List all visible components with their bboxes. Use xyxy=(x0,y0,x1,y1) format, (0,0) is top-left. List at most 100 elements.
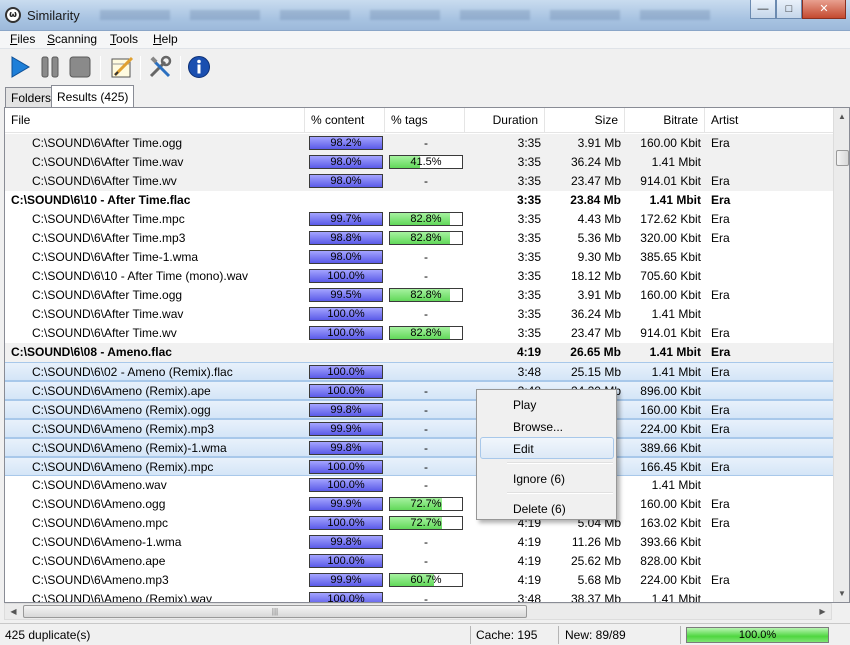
cell-size: 36.24 Mb xyxy=(570,155,621,169)
table-row[interactable]: C:\SOUND\6\After Time.ogg 99.5% 82.8% 3:35 3… xyxy=(5,286,833,305)
cell-artist: Era xyxy=(711,497,730,511)
table-row[interactable]: C:\SOUND\6\Ameno (Remix)-1.wma 99.8% - 389.… xyxy=(5,438,833,457)
play-icon[interactable] xyxy=(8,55,32,79)
table-row[interactable]: C:\SOUND\6\After Time.mp3 98.8% 82.8% 3:35 5… xyxy=(5,229,833,248)
scroll-up-arrow-icon[interactable]: ▲ xyxy=(834,108,849,125)
toolbar-separator xyxy=(140,56,141,80)
cell-file: C:\SOUND\6\After Time.wav xyxy=(32,155,184,169)
cell-size: 25.15 Mb xyxy=(570,365,621,379)
menu-tools[interactable]: Tools xyxy=(110,32,138,46)
cell-file: C:\SOUND\6\02 - Ameno (Remix).flac xyxy=(32,365,233,379)
content-match-bar: 100.0% xyxy=(309,478,383,492)
group-row[interactable]: C:\SOUND\6\08 - Ameno.flac 4:19 26.65 Mb 1.… xyxy=(5,343,833,362)
close-button[interactable]: ✕ xyxy=(802,0,846,19)
tab-results[interactable]: Results (425) xyxy=(51,85,135,107)
table-row[interactable]: C:\SOUND\6\After Time.wv 98.0% - 3:35 23.47 … xyxy=(5,172,833,191)
scroll-right-arrow-icon[interactable]: ▶ xyxy=(814,604,831,619)
cell-tags: - xyxy=(424,535,428,549)
menu-help[interactable]: Help xyxy=(153,32,178,46)
scroll-left-arrow-icon[interactable]: ◀ xyxy=(5,604,22,619)
cell-file: C:\SOUND\6\After Time.wav xyxy=(32,307,184,321)
table-row[interactable]: C:\SOUND\6\Ameno.mp3 99.9% 60.7% 4:19 5.68 M… xyxy=(5,571,833,590)
maximize-button[interactable]: □ xyxy=(776,0,802,19)
tab-folders[interactable]: Folders xyxy=(5,87,58,107)
table-row[interactable]: C:\SOUND\6\Ameno (Remix).ape100.0%-3:482… xyxy=(5,381,833,400)
context-menu-play[interactable]: Play xyxy=(480,393,614,415)
progress-label: 100.0% xyxy=(738,629,777,641)
context-menu-edit[interactable]: Edit xyxy=(480,437,614,459)
table-row[interactable]: C:\SOUND\6\Ameno.mpc 100.0% 72.7% 4:19 5.04 … xyxy=(5,514,833,533)
cell-size: 26.65 Mb xyxy=(570,345,621,359)
table-row[interactable]: C:\SOUND\6\Ameno (Remix).mp3 99.9% - 224.00… xyxy=(5,419,833,438)
cell-file: C:\SOUND\6\Ameno (Remix).wav xyxy=(32,592,213,603)
column-header-bitrate[interactable]: Bitrate xyxy=(625,108,705,133)
cell-duration: 3:48 xyxy=(517,592,541,603)
table-row[interactable]: C:\SOUND\6\After Time-1.wma 98.0% - 3:35 9.3… xyxy=(5,248,833,267)
table-row[interactable]: C:\SOUND\6\Ameno-1.wma 99.8% - 4:19 11.26 Mb… xyxy=(5,533,833,552)
pause-icon[interactable] xyxy=(38,55,62,79)
cell-bitrate: 172.62 Kbit xyxy=(640,212,701,226)
cell-tags: - xyxy=(424,307,428,321)
menu-bar: Files Scanning Tools Help xyxy=(0,31,850,49)
context-menu-ignore[interactable]: Ignore (6) xyxy=(480,467,614,489)
vertical-scrollbar[interactable]: ▲ ▼ xyxy=(833,108,849,602)
vertical-scroll-thumb[interactable] xyxy=(836,150,849,166)
cell-bitrate: 914.01 Kbit xyxy=(640,174,701,188)
cell-file: C:\SOUND\6\Ameno (Remix).mp3 xyxy=(32,422,215,436)
column-header-file[interactable]: File xyxy=(5,108,305,133)
cell-duration: 3:35 xyxy=(516,193,541,207)
cell-file: C:\SOUND\6\After Time.ogg xyxy=(32,288,183,302)
cell-artist: Era xyxy=(711,422,730,436)
horizontal-scroll-thumb[interactable]: ||| xyxy=(23,605,527,618)
table-row[interactable]: C:\SOUND\6\After Time.wav 98.0% 41.5% 3:35 3… xyxy=(5,153,833,172)
cell-bitrate: 224.00 Kbit xyxy=(640,422,701,436)
tools-icon[interactable] xyxy=(148,55,172,79)
cell-size: 11.26 Mb xyxy=(571,535,621,549)
content-match-bar: 100.0% xyxy=(309,460,383,474)
column-header-artist[interactable]: Artist xyxy=(705,108,833,133)
table-row[interactable]: C:\SOUND\6\Ameno.wav 100.0% - 1.41 Mbit xyxy=(5,476,833,495)
window-title: Similarity xyxy=(27,8,80,23)
scroll-down-arrow-icon[interactable]: ▼ xyxy=(834,585,849,602)
table-row[interactable]: C:\SOUND\6\After Time.wv 100.0% 82.8% 3:35 2… xyxy=(5,324,833,343)
table-row[interactable]: C:\SOUND\6\Ameno.ogg 99.9% 72.7% 160.00 Kbi… xyxy=(5,495,833,514)
menu-files[interactable]: Files xyxy=(10,32,35,46)
toolbar-separator xyxy=(100,56,101,80)
table-row[interactable]: C:\SOUND\6\Ameno (Remix).ogg 99.8% - 160.00… xyxy=(5,400,833,419)
column-header-size[interactable]: Size xyxy=(545,108,625,133)
stop-icon[interactable] xyxy=(68,55,92,79)
table-row[interactable]: C:\SOUND\6\Ameno (Remix).wav 100.0% - 3:48 3… xyxy=(5,590,833,603)
cell-bitrate: 896.00 Kbit xyxy=(640,384,701,398)
group-row[interactable]: C:\SOUND\6\10 - After Time.flac 3:35 23.84… xyxy=(5,191,833,210)
table-row[interactable]: C:\SOUND\6\Ameno.ape 100.0% - 4:19 25.62 Mb 8… xyxy=(5,552,833,571)
table-row[interactable]: C:\SOUND\6\After Time.wav 100.0% - 3:35 36.2… xyxy=(5,305,833,324)
cell-duration: 3:35 xyxy=(517,155,541,169)
cell-duration: 4:19 xyxy=(516,345,541,359)
cell-bitrate: 1.41 Mbit xyxy=(651,592,701,603)
column-header-tags[interactable]: % tags xyxy=(385,108,465,133)
table-row[interactable]: C:\SOUND\6\02 - Ameno (Remix).flac 100.0%… xyxy=(5,362,833,381)
cell-artist: Era xyxy=(711,288,730,302)
menu-scanning[interactable]: Scanning xyxy=(47,32,97,46)
status-new: New: 89/89 xyxy=(565,628,626,642)
column-header-content[interactable]: % content xyxy=(305,108,385,133)
cell-tags: - xyxy=(424,460,428,474)
cell-file: C:\SOUND\6\10 - After Time.flac xyxy=(11,193,191,207)
status-separator xyxy=(470,626,471,644)
tags-match-bar: 72.7% xyxy=(389,516,463,530)
table-row[interactable]: C:\SOUND\6\After Time.mpc 99.7% 82.8% 3:35 4… xyxy=(5,210,833,229)
table-row[interactable]: C:\SOUND\6\After Time.ogg 98.2% - 3:35 3.91 … xyxy=(5,134,833,153)
table-row[interactable]: C:\SOUND\6\Ameno (Remix).mpc 100.0% - 166.4… xyxy=(5,457,833,476)
minimize-button[interactable]: — xyxy=(750,0,776,19)
table-row[interactable]: C:\SOUND\6\10 - After Time (mono).wav 100… xyxy=(5,267,833,286)
cell-artist: Era xyxy=(711,516,730,530)
cell-artist xyxy=(711,552,821,571)
context-menu-browse[interactable]: Browse... xyxy=(480,415,614,437)
column-header-duration[interactable]: Duration xyxy=(465,108,545,133)
cell-artist: Era xyxy=(711,193,731,207)
context-menu-delete[interactable]: Delete (6) xyxy=(480,497,614,519)
horizontal-scrollbar[interactable]: ◀ ||| ▶ xyxy=(4,603,832,620)
info-icon[interactable] xyxy=(187,55,211,79)
cell-duration: 3:35 xyxy=(517,307,541,321)
edit-icon[interactable] xyxy=(110,55,134,79)
